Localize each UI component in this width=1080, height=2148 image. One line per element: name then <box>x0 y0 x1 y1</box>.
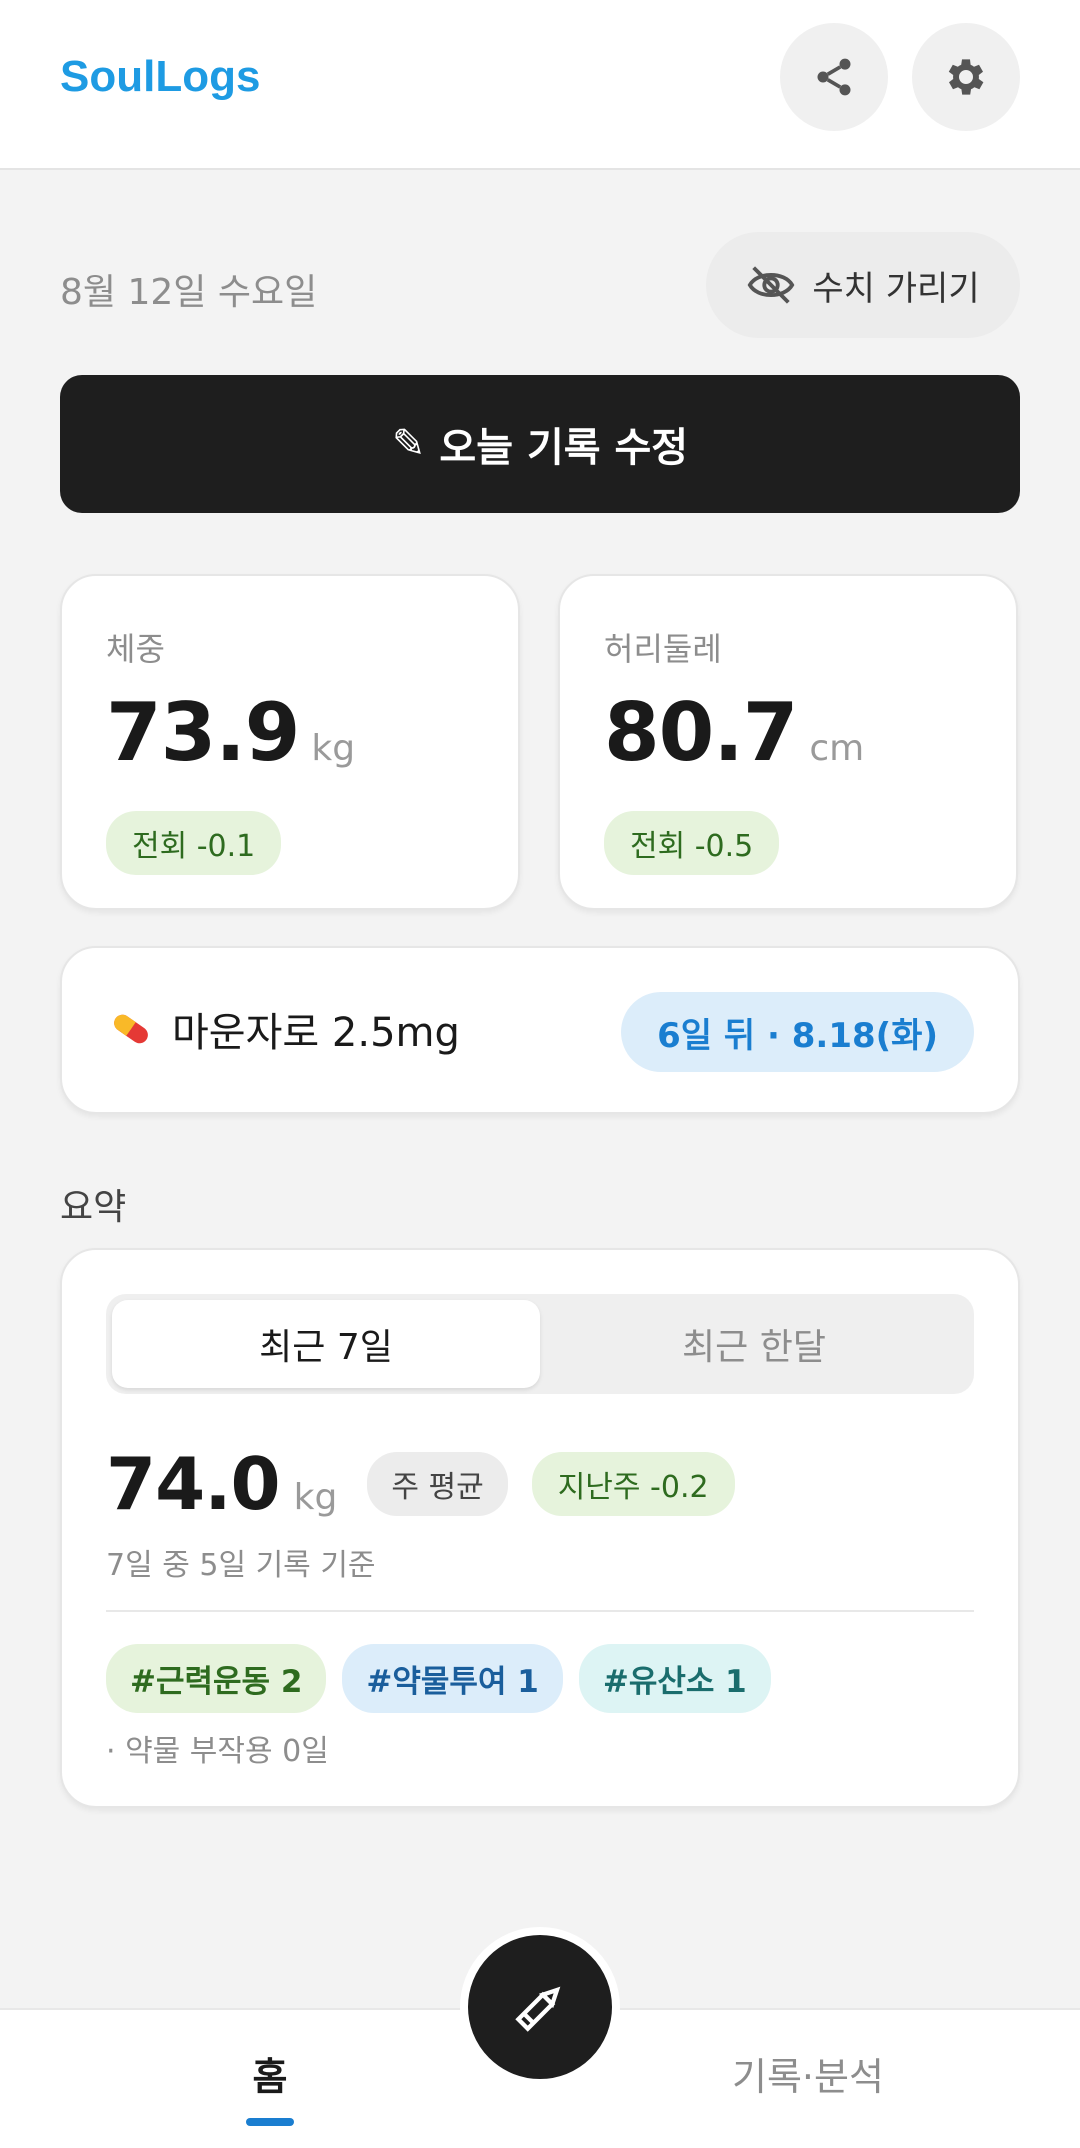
summary-divider <box>106 1610 974 1612</box>
summary-section-title: 요약 <box>60 1187 127 1228</box>
activity-tags: #근력운동 2 #약물투여 1 #유산소 1 <box>106 1644 771 1713</box>
waist-card: 허리둘레 80.7 cm 전회 -0.5 <box>558 574 1018 910</box>
waist-unit: cm <box>809 728 865 769</box>
weight-value: 73.9 <box>106 686 300 779</box>
weight-card: 체중 73.9 kg 전회 -0.1 <box>60 574 520 910</box>
nav-home-tab[interactable]: 홈 <box>230 2046 310 2101</box>
side-effect-note: · 약물 부작용 0일 <box>106 1734 329 1769</box>
app-brand: SoulLogs <box>60 52 261 101</box>
home-screen: SoulLogs 8월 12일 수요일 수치 가리기 ✎ 오늘 기록 수정 체중… <box>0 0 1080 2148</box>
next-dose-badge: 6일 뒤 · 8.18(화) <box>621 992 974 1072</box>
medication-info: 마운자로 2.5mg <box>106 1000 460 1058</box>
pill-icon <box>114 1014 148 1044</box>
nav-active-indicator <box>246 2118 294 2126</box>
tab-recent-month[interactable]: 최근 한달 <box>540 1300 968 1388</box>
hide-values-label: 수치 가리기 <box>812 268 980 309</box>
eye-off-icon <box>748 266 795 304</box>
waist-value: 80.7 <box>604 686 798 779</box>
weekly-average-badge: 주 평균 <box>367 1452 508 1516</box>
tag-medication[interactable]: #약물투여 1 <box>342 1644 563 1713</box>
gear-icon <box>948 59 984 95</box>
average-weight-value: 74.0 <box>106 1442 281 1526</box>
edit-today-record-label: 오늘 기록 수정 <box>439 425 689 471</box>
settings-button[interactable] <box>912 23 1020 131</box>
medication-name: 마운자로 2.5mg <box>172 1010 460 1056</box>
nav-records-analysis-tab[interactable]: 기록·분석 <box>732 2046 884 2101</box>
share-icon <box>817 58 851 96</box>
summary-card: 최근 7일 최근 한달 74.0 kg 주 평균 지난주 -0.2 7일 중 5… <box>60 1248 1020 1808</box>
share-button[interactable] <box>780 23 888 131</box>
pencil-icon <box>515 1986 561 2032</box>
tag-cardio[interactable]: #유산소 1 <box>578 1644 771 1713</box>
record-basis-text: 7일 중 5일 기록 기준 <box>106 1548 376 1583</box>
waist-label: 허리둘레 <box>604 630 722 668</box>
last-week-change-badge: 지난주 -0.2 <box>531 1452 735 1516</box>
edit-today-record-button[interactable]: ✎ 오늘 기록 수정 <box>60 375 1020 513</box>
add-record-fab[interactable] <box>460 1927 620 2087</box>
average-weight-unit: kg <box>293 1477 338 1518</box>
weight-unit: kg <box>311 728 356 769</box>
weight-label: 체중 <box>106 630 165 668</box>
pencil-icon: ✎ <box>391 421 426 467</box>
waist-value-row: 80.7 cm <box>604 686 864 779</box>
waist-delta-badge: 전회 -0.5 <box>604 811 780 875</box>
weight-delta-badge: 전회 -0.1 <box>106 811 282 875</box>
tag-strength-training[interactable]: #근력운동 2 <box>106 1644 327 1713</box>
hide-values-button[interactable]: 수치 가리기 <box>706 232 1020 338</box>
weight-value-row: 73.9 kg <box>106 686 355 779</box>
average-row: 74.0 kg 주 평균 지난주 -0.2 <box>106 1442 735 1526</box>
today-date: 8월 12일 수요일 <box>60 272 318 313</box>
app-header: SoulLogs <box>0 0 1080 170</box>
medication-card[interactable]: 마운자로 2.5mg 6일 뒤 · 8.18(화) <box>60 946 1020 1114</box>
period-segmented-control: 최근 7일 최근 한달 <box>106 1294 974 1394</box>
tab-recent-7-days[interactable]: 최근 7일 <box>112 1300 540 1388</box>
